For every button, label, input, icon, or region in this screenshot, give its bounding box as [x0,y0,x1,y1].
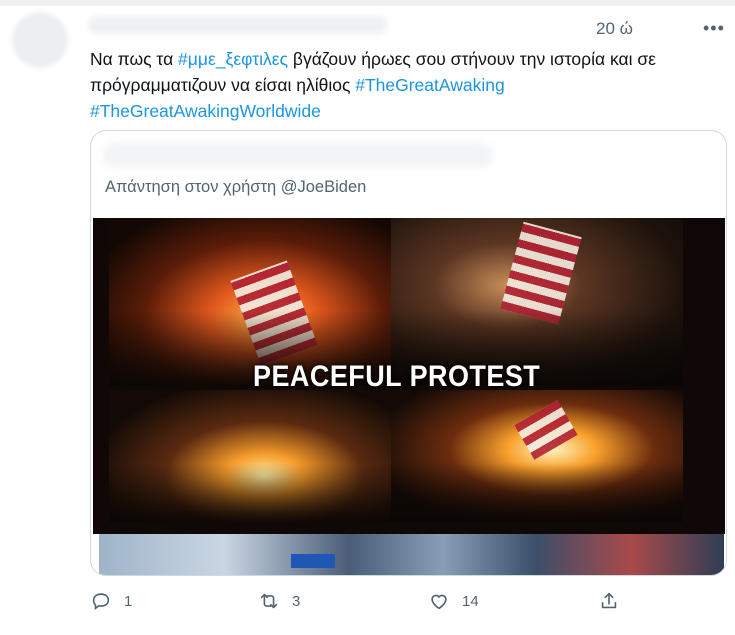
tweet-text: Να πως τα #μμε_ξεφτιλες βγάζουν ήρωες σο… [90,46,730,124]
hashtag-link[interactable]: #TheGreatAwakingWorldwide [90,101,321,121]
flag-shape [500,221,582,325]
avatar[interactable] [12,12,68,68]
share-button[interactable] [598,590,620,612]
reply-icon [92,593,110,610]
reply-to-line: Απάντηση στον χρήστη @JoeBiden [105,178,367,196]
collage-panel-flag-fire [391,390,683,522]
reply-count: 1 [124,592,133,610]
share-icon [601,592,617,609]
crowd-sign [291,554,335,568]
like-count: 14 [462,592,479,610]
collage-panel-fire-crowd [109,390,391,522]
protest-collage-image[interactable]: PEACEFUL PROTEST [93,218,725,534]
retweet-icon [260,593,278,609]
author-name-redacted[interactable] [88,16,388,34]
quoted-author-redacted [103,143,493,167]
hashtag-link[interactable]: #μμε_ξεφτιλες [178,49,288,69]
crowd-shadow [391,462,683,522]
quoted-tweet-card[interactable]: Απάντηση στον χρήστη @JoeBiden PEACEFUL … [90,130,727,576]
like-button[interactable]: 14 [428,590,479,612]
quoted-media[interactable]: PEACEFUL PROTEST [91,218,726,575]
retweet-count: 3 [292,592,301,610]
retweet-button[interactable]: 3 [258,590,300,612]
flag-shape [514,400,578,460]
top-divider [0,0,735,6]
reply-button[interactable]: 1 [90,590,132,612]
tweet-text-part: Να πως τα [90,49,179,69]
hashtag-link[interactable]: #TheGreatAwaking [355,75,505,95]
heart-icon [431,594,447,610]
more-options-icon[interactable]: ••• [703,18,725,39]
tweet-actions: 1 3 14 [0,590,735,620]
crowd-shadow [109,462,391,522]
tweet-timestamp[interactable]: 20 ώ [596,19,633,39]
capitol-crowd-image[interactable] [99,534,724,575]
image-caption: PEACEFUL PROTEST [253,360,541,393]
